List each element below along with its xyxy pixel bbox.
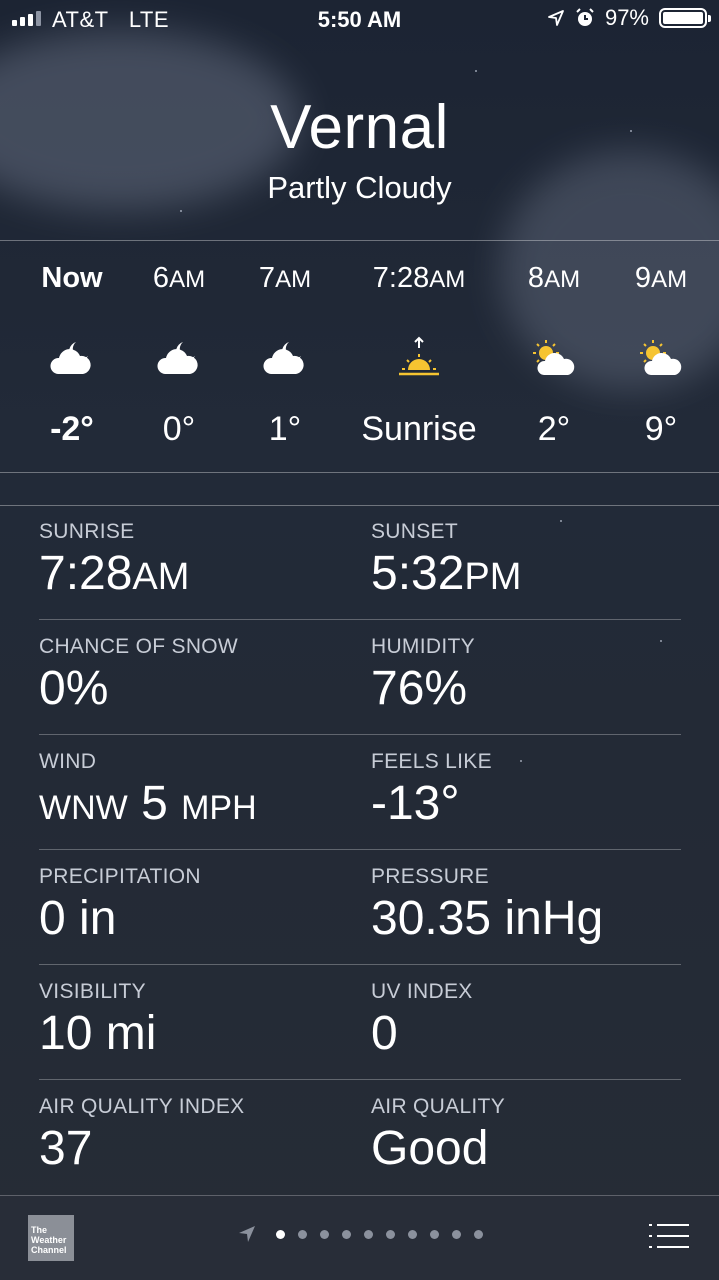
- detail-value: 0%: [39, 662, 109, 715]
- detail-label: HUMIDITY: [371, 635, 475, 658]
- hourly-item-7am: 7AM 1°: [225, 258, 345, 449]
- hour-label: 7AM: [258, 262, 312, 294]
- detail-value: Good: [371, 1122, 489, 1175]
- detail-label: WIND: [39, 750, 97, 773]
- detail-air-quality-index: AIR QUALITY INDEX 37: [39, 1095, 339, 1175]
- divider: [0, 240, 719, 241]
- detail-value: 0 in: [39, 892, 117, 945]
- detail-value: 0: [371, 1007, 398, 1060]
- detail-label: FEELS LIKE: [371, 750, 492, 773]
- row-divider: [39, 849, 681, 850]
- detail-label: AIR QUALITY INDEX: [39, 1095, 245, 1118]
- hour-value: 2°: [537, 410, 571, 448]
- partly-cloudy-night-icon: [50, 342, 91, 374]
- row-divider: [39, 619, 681, 620]
- detail-label: SUNSET: [371, 520, 458, 543]
- detail-label: CHANCE OF SNOW: [39, 635, 239, 658]
- partly-cloudy-night-icon: [157, 342, 198, 374]
- detail-uv-index: UV INDEX 0: [371, 980, 671, 1060]
- city-list-icon[interactable]: [649, 1224, 689, 1250]
- detail-feels-like: FEELS LIKE -13°: [371, 750, 671, 830]
- detail-label: PRESSURE: [371, 865, 489, 888]
- detail-label: SUNRISE: [39, 520, 135, 543]
- row-divider: [39, 734, 681, 735]
- hour-label: 6AM: [152, 262, 206, 294]
- page-dot[interactable]: [407, 1229, 417, 1239]
- detail-chance-of-snow: CHANCE OF SNOW 0%: [39, 635, 339, 715]
- hour-label: 9AM: [634, 262, 688, 294]
- page-dot[interactable]: [363, 1229, 373, 1239]
- page-dot[interactable]: [429, 1229, 439, 1239]
- detail-sunrise: SUNRISE 7:28AM: [39, 520, 339, 603]
- detail-value: -13°: [371, 777, 460, 830]
- hour-label: 8AM: [527, 262, 581, 294]
- background-star: [475, 70, 477, 72]
- hourly-item-sunrise: 7:28AM Sunrise: [349, 258, 489, 449]
- current-condition: Partly Cloudy: [267, 170, 452, 205]
- divider: [0, 505, 719, 506]
- detail-pressure: PRESSURE 30.35 inHg: [371, 865, 671, 945]
- hourly-item-8am: 8AM 2°: [494, 258, 614, 449]
- partly-cloudy-night-icon: [263, 342, 304, 374]
- status-bar: AT&T LTE 5:50 AM 97%: [0, 0, 719, 40]
- page-dot[interactable]: [385, 1229, 395, 1239]
- battery-icon: [659, 8, 711, 28]
- row-divider: [39, 964, 681, 965]
- detail-label: VISIBILITY: [39, 980, 146, 1003]
- detail-label: UV INDEX: [371, 980, 473, 1003]
- hour-value: -2°: [50, 410, 94, 448]
- hour-label: 7:28AM: [372, 262, 466, 294]
- detail-sunset: SUNSET 5:32PM: [371, 520, 671, 603]
- partly-sunny-icon: [533, 340, 575, 375]
- detail-value: 10 mi: [39, 1007, 157, 1060]
- hourly-item-9am: 9AM 9°: [601, 258, 719, 449]
- detail-value: 76%: [371, 662, 468, 715]
- current-location-icon: [238, 1226, 255, 1242]
- hour-value: 9°: [644, 410, 678, 448]
- detail-humidity: HUMIDITY 76%: [371, 635, 671, 715]
- page-indicator[interactable]: [0, 1224, 719, 1244]
- background-star: [180, 210, 182, 212]
- divider: [0, 472, 719, 473]
- hour-label: Now: [41, 262, 103, 294]
- location-arrow-icon: [548, 10, 564, 26]
- page-dot[interactable]: [275, 1229, 285, 1239]
- city-name: Vernal: [270, 93, 449, 162]
- detail-label: PRECIPITATION: [39, 865, 201, 888]
- detail-precipitation: PRECIPITATION 0 in: [39, 865, 339, 945]
- detail-wind: WIND wnw 5 mph: [39, 750, 339, 830]
- detail-value: 7:28AM: [39, 547, 190, 600]
- detail-value: 30.35 inHg: [371, 892, 604, 945]
- detail-value: wnw 5 mph: [39, 777, 257, 830]
- row-divider: [39, 1079, 681, 1080]
- battery-percent: 97%: [604, 5, 649, 30]
- page-dot[interactable]: [319, 1229, 329, 1239]
- hourly-item-6am: 6AM 0°: [119, 258, 239, 449]
- detail-visibility: VISIBILITY 10 mi: [39, 980, 339, 1060]
- page-dot[interactable]: [473, 1229, 483, 1239]
- page-dot[interactable]: [297, 1229, 307, 1239]
- hour-value: 0°: [162, 410, 196, 448]
- hour-value: Sunrise: [361, 410, 477, 448]
- bottom-toolbar: The Weather Channel: [0, 1195, 719, 1280]
- hour-value: 1°: [268, 410, 302, 448]
- detail-value: 37: [39, 1122, 93, 1175]
- detail-value: 5:32PM: [371, 547, 522, 600]
- page-dot[interactable]: [341, 1229, 351, 1239]
- detail-air-quality: AIR QUALITY Good: [371, 1095, 671, 1175]
- page-dot[interactable]: [451, 1229, 461, 1239]
- sunrise-icon: [399, 336, 439, 376]
- hourly-item-now: Now -2°: [12, 258, 132, 449]
- alarm-clock-icon: [576, 8, 594, 26]
- partly-sunny-icon: [640, 340, 682, 375]
- detail-label: AIR QUALITY: [371, 1095, 505, 1118]
